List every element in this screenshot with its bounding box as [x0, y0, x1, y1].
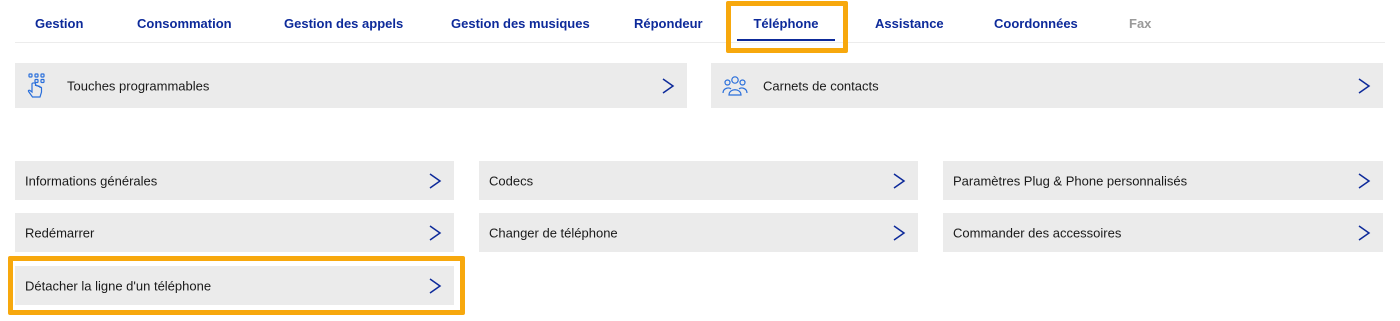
- tab-gestion[interactable]: Gestion: [35, 0, 83, 43]
- tab-coordonnees[interactable]: Coordonnées: [994, 0, 1078, 43]
- chevron-right-icon: [1358, 224, 1371, 241]
- card-redemarrer[interactable]: Redémarrer: [15, 213, 454, 252]
- card-carnets-de-contacts[interactable]: Carnets de contacts: [711, 63, 1383, 108]
- tab-telephone[interactable]: Téléphone: [737, 0, 835, 43]
- tab-bar: Gestion Consommation Gestion des appels …: [15, 0, 1385, 43]
- card-label: Commander des accessoires: [953, 225, 1122, 240]
- card-label: Paramètres Plug & Phone personnalisés: [953, 173, 1188, 188]
- card-detacher-la-ligne[interactable]: Détacher la ligne d'un téléphone: [15, 266, 454, 305]
- card-label: Changer de téléphone: [489, 225, 618, 240]
- card-touches-programmables[interactable]: Touches programmables: [15, 63, 687, 108]
- card-label: Codecs: [489, 173, 534, 188]
- chevron-right-icon: [893, 224, 906, 241]
- card-parametres-plug-phone[interactable]: Paramètres Plug & Phone personnalisés: [943, 161, 1383, 200]
- card-label: Carnets de contacts: [763, 78, 879, 93]
- contacts-group-icon: [722, 75, 748, 96]
- tab-gestion-des-appels[interactable]: Gestion des appels: [284, 0, 403, 43]
- card-commander-des-accessoires[interactable]: Commander des accessoires: [943, 213, 1383, 252]
- card-label: Informations générales: [25, 173, 158, 188]
- tab-gestion-des-musiques[interactable]: Gestion des musiques: [451, 0, 590, 43]
- chevron-right-icon: [1358, 172, 1371, 189]
- card-label: Détacher la ligne d'un téléphone: [25, 278, 212, 293]
- chevron-right-icon: [1358, 77, 1371, 94]
- chevron-right-icon: [893, 172, 906, 189]
- card-informations-generales[interactable]: Informations générales: [15, 161, 454, 200]
- tab-repondeur[interactable]: Répondeur: [634, 0, 703, 43]
- card-changer-de-telephone[interactable]: Changer de téléphone: [479, 213, 918, 252]
- tab-consommation[interactable]: Consommation: [137, 0, 232, 43]
- tab-telephone-label: Téléphone: [753, 16, 819, 31]
- card-label: Redémarrer: [25, 225, 95, 240]
- card-label: Touches programmables: [67, 78, 210, 93]
- chevron-right-icon: [429, 277, 442, 294]
- active-tab-indicator: [737, 39, 835, 41]
- tab-fax: Fax: [1129, 16, 1152, 31]
- chevron-right-icon: [429, 224, 442, 241]
- tab-assistance[interactable]: Assistance: [875, 0, 944, 43]
- chevron-right-icon: [662, 77, 675, 94]
- card-codecs[interactable]: Codecs: [479, 161, 918, 200]
- keypad-touch-icon: [27, 72, 45, 98]
- chevron-right-icon: [429, 172, 442, 189]
